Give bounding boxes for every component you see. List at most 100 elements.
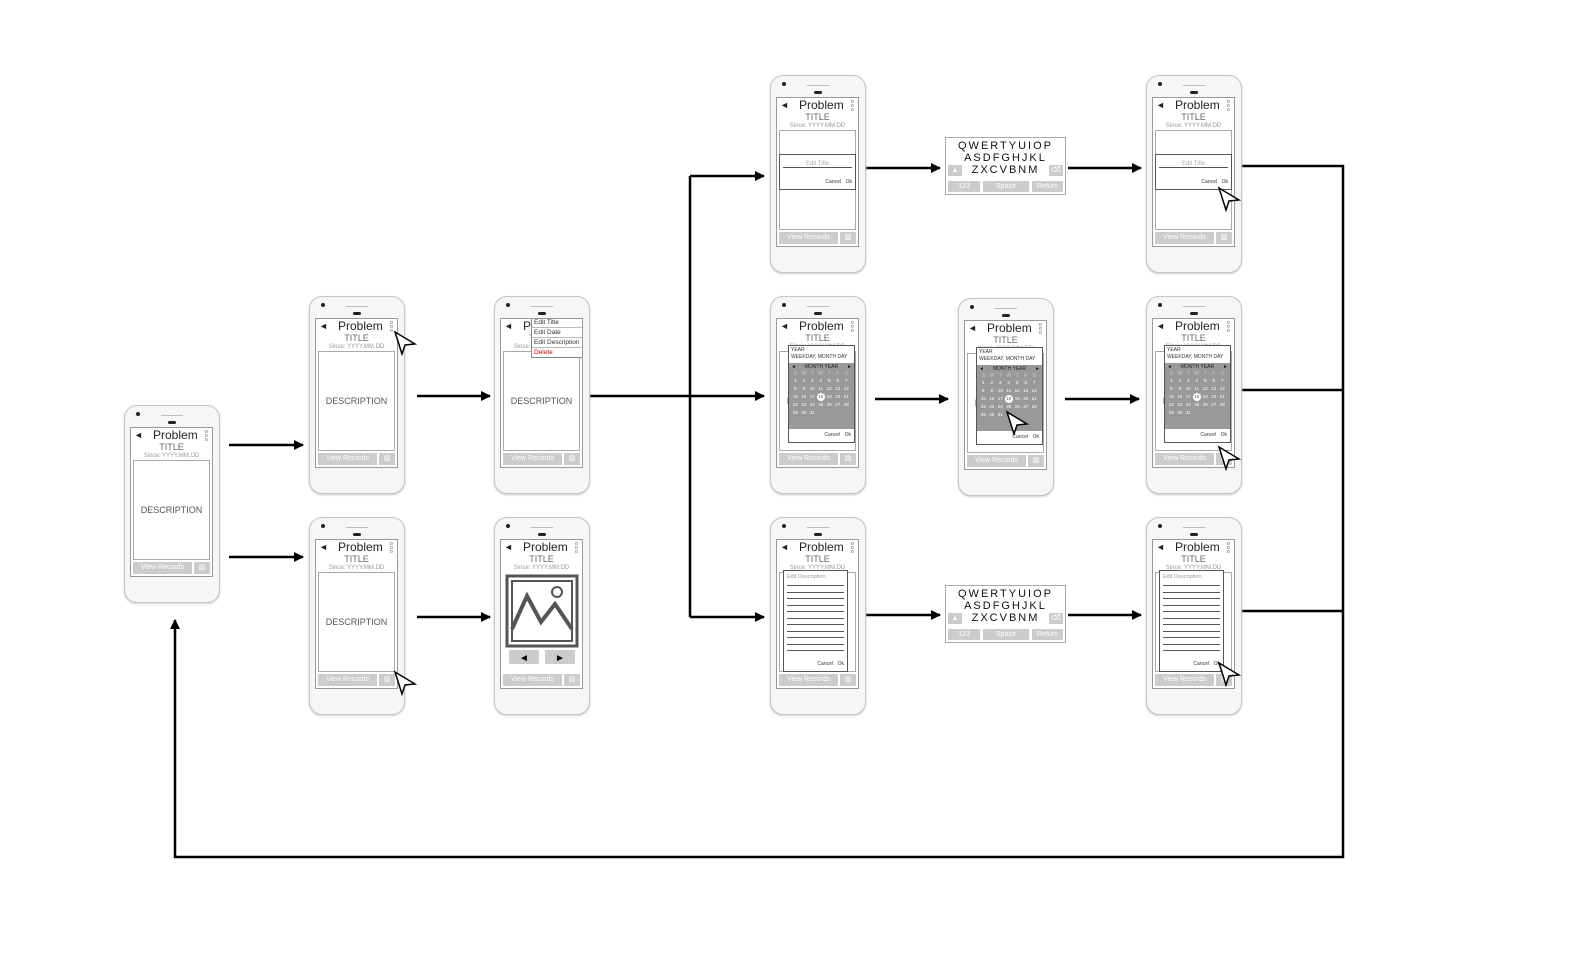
calendar-day[interactable]: 30 bbox=[800, 409, 809, 417]
ok-button[interactable]: Ok bbox=[1222, 179, 1228, 185]
calendar-day[interactable]: 4 bbox=[1005, 379, 1014, 387]
return-key[interactable]: Return bbox=[1032, 629, 1063, 640]
calendar-day[interactable]: 8 bbox=[979, 387, 988, 395]
description-input[interactable]: Edit Description bbox=[1163, 574, 1202, 580]
calendar-day[interactable]: 13 bbox=[1210, 385, 1219, 393]
return-key[interactable]: Return bbox=[1032, 181, 1063, 192]
calendar-day[interactable]: 21 bbox=[842, 393, 851, 401]
cancel-button[interactable]: Cancel bbox=[824, 432, 840, 438]
view-records-button[interactable]: View Records bbox=[318, 453, 377, 465]
calendar-day[interactable]: 16 bbox=[988, 395, 997, 403]
back-icon[interactable]: ◄ bbox=[504, 321, 513, 331]
back-icon[interactable]: ◄ bbox=[319, 542, 328, 552]
calendar-day[interactable]: 4 bbox=[817, 377, 826, 385]
kebab-menu-icon[interactable]: ooo bbox=[851, 542, 855, 555]
menu-item-delete[interactable]: Delete bbox=[532, 348, 582, 357]
prev-month-icon[interactable]: ◄ bbox=[979, 366, 984, 372]
key-row[interactable]: QWERTYUIOP bbox=[946, 586, 1065, 600]
back-icon[interactable]: ◄ bbox=[1156, 542, 1165, 552]
calendar-day[interactable]: 31 bbox=[1184, 409, 1193, 417]
back-icon[interactable]: ◄ bbox=[780, 321, 789, 331]
calendar-day[interactable]: 11 bbox=[1005, 387, 1014, 395]
back-icon[interactable]: ◄ bbox=[504, 542, 513, 552]
calendar-day[interactable]: 18 bbox=[1192, 393, 1201, 401]
kebab-menu-icon[interactable]: ooo bbox=[390, 542, 394, 555]
add-record-button[interactable]: Add Record bbox=[133, 576, 210, 577]
image-button[interactable]: ▨ bbox=[840, 674, 856, 686]
back-icon[interactable]: ◄ bbox=[134, 430, 143, 440]
title-input[interactable]: Edit Title bbox=[1159, 161, 1228, 168]
calendar-day[interactable]: 28 bbox=[1030, 403, 1039, 411]
calendar-day[interactable]: 11 bbox=[1193, 385, 1202, 393]
calendar-day[interactable]: 7 bbox=[1030, 379, 1039, 387]
calendar-day[interactable]: 23 bbox=[800, 401, 809, 409]
numbers-key[interactable]: 123 bbox=[948, 181, 980, 192]
calendar-day[interactable]: 20 bbox=[1022, 395, 1031, 403]
calendar-day[interactable]: 7 bbox=[842, 377, 851, 385]
calendar-day[interactable]: 2 bbox=[1176, 377, 1185, 385]
back-icon[interactable]: ◄ bbox=[968, 323, 977, 333]
menu-item[interactable]: Edit Title bbox=[532, 319, 582, 328]
numbers-key[interactable]: 123 bbox=[948, 629, 980, 640]
calendar-day[interactable]: 10 bbox=[808, 385, 817, 393]
view-records-button[interactable]: View Records bbox=[1155, 232, 1214, 244]
calendar-day[interactable]: 2 bbox=[800, 377, 809, 385]
calendar-day[interactable]: 28 bbox=[842, 401, 851, 409]
calendar-day[interactable]: 15 bbox=[979, 395, 988, 403]
backspace-key[interactable]: ⌫ bbox=[1049, 165, 1063, 176]
back-icon[interactable]: ◄ bbox=[1156, 100, 1165, 110]
add-record-button[interactable]: Add Record bbox=[779, 688, 856, 689]
cancel-button[interactable]: Cancel bbox=[825, 179, 841, 185]
add-record-button[interactable]: Add Record bbox=[503, 467, 580, 468]
prev-month-icon[interactable]: ◄ bbox=[791, 364, 796, 370]
view-records-button[interactable]: View Records bbox=[503, 674, 562, 686]
calendar-day[interactable]: 26 bbox=[825, 401, 834, 409]
calendar-day[interactable]: 1 bbox=[791, 377, 800, 385]
ok-button[interactable]: Ok bbox=[1033, 434, 1039, 440]
back-icon[interactable]: ◄ bbox=[780, 100, 789, 110]
calendar-day[interactable]: 8 bbox=[1167, 385, 1176, 393]
view-records-button[interactable]: View Records bbox=[503, 453, 562, 465]
calendar-day[interactable]: 23 bbox=[988, 403, 997, 411]
calendar-day[interactable]: 19 bbox=[1013, 395, 1022, 403]
calendar-day[interactable]: 31 bbox=[996, 411, 1005, 419]
image-button[interactable]: ▨ bbox=[840, 453, 856, 465]
view-records-button[interactable]: View Records bbox=[779, 674, 838, 686]
calendar-day[interactable]: 25 bbox=[1193, 401, 1202, 409]
calendar-day[interactable]: 14 bbox=[1218, 385, 1227, 393]
back-icon[interactable]: ◄ bbox=[1156, 321, 1165, 331]
key-row[interactable]: ZXCVBNM bbox=[946, 612, 1065, 624]
key-row[interactable]: ZXCVBNM bbox=[946, 164, 1065, 176]
ok-button[interactable]: Ok bbox=[845, 432, 851, 438]
space-key[interactable]: Space bbox=[983, 629, 1029, 640]
add-record-button[interactable]: Add Record bbox=[318, 467, 395, 468]
calendar-day[interactable]: 29 bbox=[791, 409, 800, 417]
calendar-day[interactable]: 5 bbox=[1201, 377, 1210, 385]
calendar-day[interactable]: 26 bbox=[1201, 401, 1210, 409]
calendar-day[interactable]: 13 bbox=[1022, 387, 1031, 395]
calendar-day[interactable]: 27 bbox=[834, 401, 843, 409]
calendar-day[interactable]: 9 bbox=[800, 385, 809, 393]
calendar-day[interactable]: 31 bbox=[808, 409, 817, 417]
calendar-day[interactable]: 28 bbox=[1218, 401, 1227, 409]
calendar-day[interactable]: 20 bbox=[1210, 393, 1219, 401]
key-row[interactable]: ASDFGHJKL bbox=[946, 152, 1065, 164]
calendar-day[interactable]: 3 bbox=[996, 379, 1005, 387]
cancel-button[interactable]: Cancel bbox=[1200, 432, 1216, 438]
calendar-day[interactable]: 29 bbox=[1167, 409, 1176, 417]
add-record-button[interactable]: Add Record bbox=[779, 246, 856, 247]
calendar-day[interactable]: 22 bbox=[791, 401, 800, 409]
calendar-day[interactable]: 10 bbox=[1184, 385, 1193, 393]
add-record-button[interactable]: Add Record bbox=[1155, 246, 1232, 247]
calendar-day[interactable]: 14 bbox=[1030, 387, 1039, 395]
calendar-day[interactable]: 16 bbox=[1176, 393, 1185, 401]
calendar-day[interactable]: 27 bbox=[1210, 401, 1219, 409]
calendar-day[interactable]: 14 bbox=[842, 385, 851, 393]
kebab-menu-icon[interactable]: ooo bbox=[851, 321, 855, 334]
calendar-day[interactable]: 17 bbox=[1184, 393, 1193, 401]
calendar-day[interactable]: 13 bbox=[834, 385, 843, 393]
calendar-day[interactable]: 24 bbox=[808, 401, 817, 409]
calendar-day[interactable]: 3 bbox=[1184, 377, 1193, 385]
calendar-day[interactable]: 22 bbox=[979, 403, 988, 411]
add-record-button[interactable]: Add Record bbox=[967, 469, 1044, 470]
